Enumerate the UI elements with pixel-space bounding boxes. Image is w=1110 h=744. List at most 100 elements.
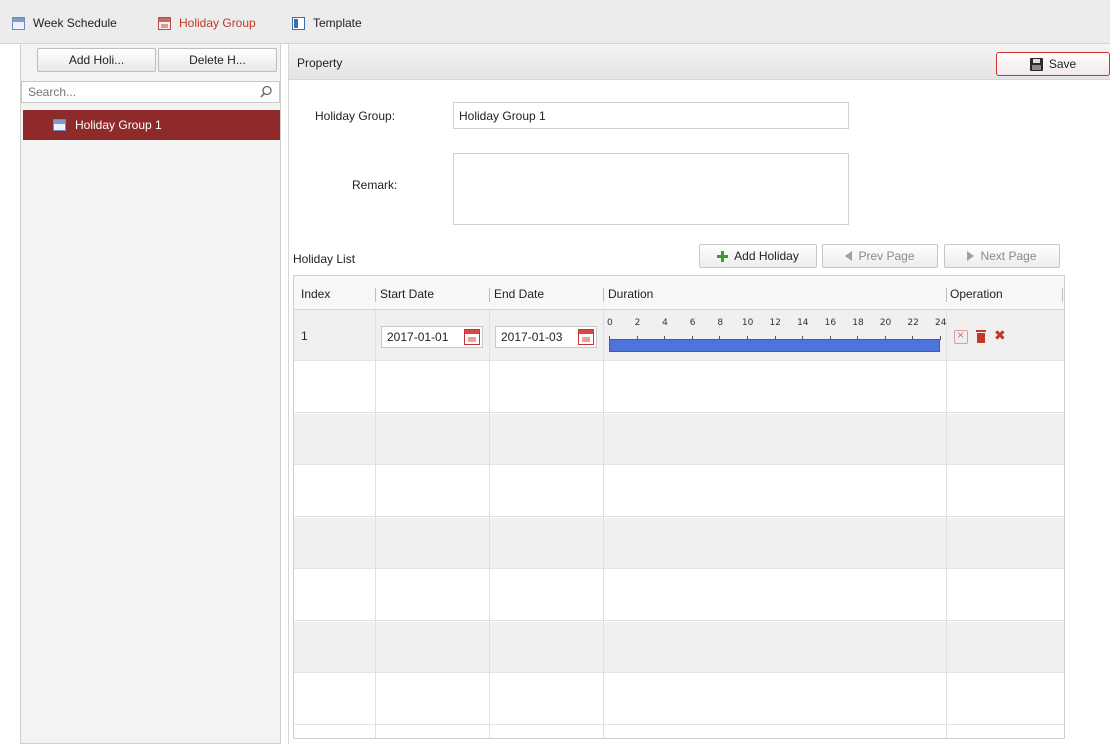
timeline-tick-mark xyxy=(609,336,610,340)
timeline-tick-label: 18 xyxy=(852,318,864,328)
table-header: Index Start Date End Date Duration Opera… xyxy=(294,276,1064,310)
tree-item-label: Holiday Group 1 xyxy=(75,118,162,132)
left-toolbar: Add Holi... Delete H... xyxy=(21,48,280,78)
timeline-tick-mark xyxy=(664,336,666,340)
timeline-tick-mark xyxy=(940,336,941,340)
timeline-tick-mark xyxy=(719,336,721,340)
table-row xyxy=(294,570,1064,621)
column-start-date: Start Date xyxy=(380,287,435,301)
prev-arrow-icon xyxy=(845,251,853,261)
timeline-tick-label: 8 xyxy=(717,318,724,328)
tab-label: Template xyxy=(313,16,362,30)
prev-page-label: Prev Page xyxy=(858,249,915,263)
timeline-tick-label: 2 xyxy=(634,318,641,328)
calendar-picker-icon[interactable] xyxy=(578,329,594,345)
column-duration: Duration xyxy=(608,287,654,301)
clear-icon[interactable] xyxy=(954,328,968,344)
duration-timeline[interactable]: 0 2 4 6 8 10 12 14 16 18 20 22 24 xyxy=(607,318,947,354)
table-row[interactable]: 1 2017-01-01 2017-01-03 0 2 4 6 8 10 12 14 16 18 2… xyxy=(294,310,1064,361)
column-divider xyxy=(375,310,376,738)
add-holiday-label: Add Holiday xyxy=(734,249,799,263)
delete-holiday-group-button[interactable]: Delete H... xyxy=(158,48,277,72)
property-header: Property Save xyxy=(289,44,1110,80)
timeline-tick-mark xyxy=(884,336,886,340)
table-row xyxy=(294,518,1064,569)
holiday-calendar-icon xyxy=(158,16,171,30)
timeline-tick-label: 4 xyxy=(662,318,668,328)
end-date-field[interactable]: 2017-01-03 xyxy=(495,326,597,348)
search-input[interactable] xyxy=(22,85,247,99)
add-holiday-group-button[interactable]: Add Holi... xyxy=(37,48,156,72)
prev-page-button[interactable]: Prev Page xyxy=(822,244,938,268)
save-label: Save xyxy=(1048,57,1077,71)
timeline-tick-label: 10 xyxy=(741,318,754,328)
operation-icons xyxy=(954,327,1014,344)
column-separator xyxy=(375,288,376,302)
timeline-tick-mark xyxy=(802,336,804,340)
timeline-tick-label: 12 xyxy=(769,318,781,328)
column-index: Index xyxy=(301,287,331,301)
floppy-disk-icon xyxy=(1029,57,1043,71)
holiday-group-label: Holiday Group: xyxy=(315,109,396,123)
search-icon[interactable] xyxy=(259,85,273,99)
property-panel: Property Save Holiday Group: Remark: Hol… xyxy=(288,44,1110,744)
column-separator xyxy=(1062,288,1063,302)
tab-week-schedule[interactable]: Week Schedule xyxy=(12,10,117,36)
remark-field[interactable] xyxy=(453,153,849,225)
save-button[interactable]: Save xyxy=(996,52,1110,76)
tab-holiday-group[interactable]: Holiday Group xyxy=(158,10,256,36)
timeline-tick-mark xyxy=(774,336,776,340)
timeline-tick-label: 14 xyxy=(797,318,809,328)
table-row xyxy=(294,466,1064,517)
trash-icon[interactable] xyxy=(974,330,988,344)
tab-template[interactable]: Template xyxy=(292,10,362,36)
table-row xyxy=(294,362,1064,413)
search-box xyxy=(21,81,280,103)
column-end-date: End Date xyxy=(494,287,545,301)
timeline-tick-mark xyxy=(857,336,859,340)
column-separator xyxy=(489,288,490,302)
calendar-picker-icon[interactable] xyxy=(464,329,480,345)
timeline-tick-label: 16 xyxy=(824,318,837,328)
duration-bar[interactable] xyxy=(609,339,940,352)
holiday-group-panel: Add Holi... Delete H... Holiday Group 1 xyxy=(20,44,281,744)
timeline-tick-mark xyxy=(829,336,831,340)
column-divider xyxy=(489,310,490,738)
column-divider xyxy=(603,310,604,738)
tree-item-holiday-group-1[interactable]: Holiday Group 1 xyxy=(23,110,280,140)
next-page-button[interactable]: Next Page xyxy=(944,244,1060,268)
holiday-group-name-field[interactable] xyxy=(453,102,849,129)
timeline-tick-label: 20 xyxy=(879,318,892,328)
tab-bar: Week Schedule Holiday Group Template xyxy=(0,0,1110,44)
row-index: 1 xyxy=(301,329,308,343)
timeline-tick-mark xyxy=(746,336,748,340)
timeline-tick-label: 0 xyxy=(607,318,613,328)
tab-label: Week Schedule xyxy=(33,16,117,30)
table-row xyxy=(294,622,1064,673)
calendar-icon xyxy=(12,16,25,30)
timeline-tick-mark xyxy=(691,336,693,340)
end-date-value: 2017-01-03 xyxy=(501,330,563,344)
timeline-tick-mark xyxy=(636,336,638,340)
column-divider xyxy=(946,310,947,738)
table-row xyxy=(294,674,1064,725)
table-row xyxy=(294,414,1064,465)
close-icon[interactable] xyxy=(994,327,1008,344)
holiday-group-icon xyxy=(53,119,66,131)
start-date-field[interactable]: 2017-01-01 xyxy=(381,326,483,348)
column-operation: Operation xyxy=(950,287,1003,301)
plus-icon xyxy=(717,250,729,262)
template-icon xyxy=(292,16,305,30)
next-arrow-icon xyxy=(967,251,975,261)
add-holiday-button[interactable]: Add Holiday xyxy=(699,244,817,268)
start-date-value: 2017-01-01 xyxy=(387,330,449,344)
holiday-list-title: Holiday List xyxy=(293,252,356,266)
remark-label: Remark: xyxy=(352,178,398,192)
timeline-tick-label: 24 xyxy=(935,318,947,328)
holiday-table: Index Start Date End Date Duration Opera… xyxy=(293,275,1065,739)
timeline-tick-label: 22 xyxy=(907,318,919,328)
timeline-tick-label: 6 xyxy=(689,318,696,328)
column-separator xyxy=(946,288,947,302)
next-page-label: Next Page xyxy=(980,249,1037,263)
timeline-tick-mark xyxy=(912,336,914,340)
